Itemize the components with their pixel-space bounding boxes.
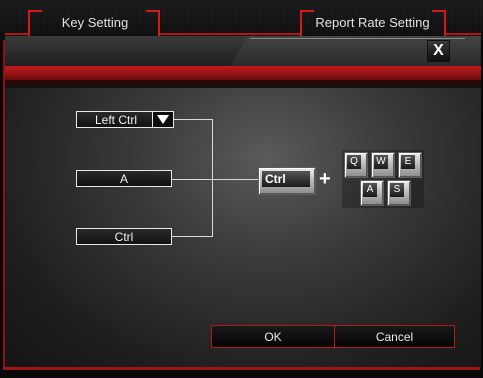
- red-band-shadow: [5, 80, 481, 88]
- tab-key-setting[interactable]: Key Setting: [40, 12, 150, 34]
- tab-bracket-right: [146, 10, 160, 36]
- result-input[interactable]: Ctrl: [76, 228, 172, 245]
- tab-report-rate-setting[interactable]: Report Rate Setting: [310, 12, 435, 34]
- connector-line: [172, 179, 258, 180]
- keycap-a: A: [360, 180, 384, 206]
- tab-underline: [160, 33, 300, 35]
- ok-button[interactable]: OK: [211, 325, 335, 348]
- keycap-w: W: [371, 152, 395, 178]
- triangle-down-icon: [157, 115, 169, 124]
- ctrl-keycap-label: Ctrl: [262, 171, 310, 187]
- dropdown-button[interactable]: [152, 112, 173, 127]
- key-setting-window: Key Setting Report Rate Setting X Left C…: [0, 0, 483, 378]
- keycap-label: A: [363, 183, 377, 197]
- header-accent-line: [250, 38, 465, 39]
- tab-bracket-right: [432, 10, 446, 36]
- keycap-label: E: [401, 155, 415, 169]
- tab-underline: [5, 33, 30, 35]
- modifier-select[interactable]: Left Ctrl: [76, 111, 174, 128]
- keycap-label: S: [390, 183, 404, 197]
- connector-line: [174, 119, 212, 120]
- key-input[interactable]: A: [76, 170, 172, 187]
- keycap-label: W: [374, 155, 388, 169]
- tab-underline: [446, 33, 481, 35]
- red-band: [5, 66, 481, 80]
- ctrl-keycap: Ctrl: [258, 167, 316, 195]
- connector-line: [212, 119, 213, 237]
- close-button[interactable]: X: [427, 40, 450, 62]
- keycap-s: S: [387, 180, 411, 206]
- connector-line: [172, 236, 212, 237]
- keycap-e: E: [398, 152, 422, 178]
- bottom-border: [3, 367, 480, 370]
- cancel-button[interactable]: Cancel: [334, 325, 455, 348]
- keycap-q: Q: [344, 152, 368, 178]
- modifier-value: Left Ctrl: [94, 113, 137, 127]
- keycap-label: Q: [347, 155, 361, 169]
- plus-sign: +: [319, 168, 331, 190]
